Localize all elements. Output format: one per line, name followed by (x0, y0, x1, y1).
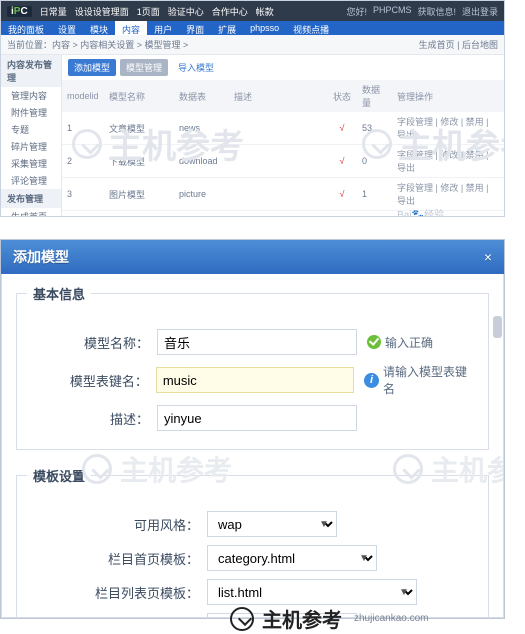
cell-id: 11 (62, 211, 104, 218)
th-desc: 描述 (229, 80, 327, 112)
cell-ops[interactable]: 字段管理 | 修改 | 禁用 | 导出 (392, 145, 504, 178)
side-item[interactable]: 采集管理 (1, 155, 61, 172)
top-left-3[interactable]: 验证中心 (168, 5, 204, 18)
style-select[interactable]: wap (207, 511, 337, 537)
cell-status: √ (327, 178, 357, 211)
fieldset-basic: 基本信息 (27, 284, 91, 303)
cell-table: picture (174, 178, 229, 211)
cell-ops[interactable]: 字段管理 | 修改 | 禁用 | 导出 (392, 112, 504, 145)
top-right-2[interactable]: 获取信息! (417, 5, 456, 18)
cell-desc (229, 145, 327, 178)
list-select[interactable]: list.html (207, 579, 417, 605)
cell-count: 4 (357, 211, 392, 218)
label-category: 栏目首页模板： (27, 549, 207, 568)
cell-table: video (174, 211, 229, 218)
model-table: modelid 模型名称 数据表 描述 状态 数据量 管理操作 1文章模型new… (62, 80, 504, 217)
model-desc-input[interactable] (157, 405, 357, 431)
table-row: 2下载模型download √0字段管理 | 修改 | 禁用 | 导出 (62, 145, 504, 178)
cell-id: 1 (62, 112, 104, 145)
cell-id: 2 (62, 145, 104, 178)
nav-item-0[interactable]: 我的面板 (1, 21, 51, 35)
th-id: modelid (62, 80, 104, 112)
side-item[interactable]: 专题 (1, 121, 61, 138)
import-model-link[interactable]: 导入模型 (172, 59, 220, 76)
baidu-watermark: Bai🐾经验 (397, 206, 444, 217)
th-name: 模型名称 (104, 80, 174, 112)
scrollbar[interactable] (493, 316, 502, 338)
breadcrumb: 当前位置：内容 > 内容相关设置 > 模型管理 > 生成首页 | 后台地图 (1, 35, 504, 55)
crumb-path: 当前位置：内容 > 内容相关设置 > 模型管理 > (7, 38, 188, 51)
top-left-4[interactable]: 合作中心 (212, 5, 248, 18)
side-sec1: 内容发布管理 (1, 55, 61, 87)
crumb-right[interactable]: 生成首页 | 后台地图 (419, 38, 498, 51)
th-stat: 状态 (327, 80, 357, 112)
label-desc: 描述： (27, 409, 157, 428)
modal-header: 添加模型 × (1, 240, 504, 274)
cell-name[interactable]: 文章模型 (104, 112, 174, 145)
main-nav: 我的面板 设置 模块 内容 用户 界面 扩展 phpsso 视频点播 (1, 21, 504, 35)
label-table: 模型表键名： (27, 371, 156, 390)
cell-id: 3 (62, 178, 104, 211)
nav-item-3[interactable]: 内容 (115, 21, 147, 35)
nav-item-5[interactable]: 界面 (179, 21, 211, 35)
cell-table: download (174, 145, 229, 178)
nav-item-4[interactable]: 用户 (147, 21, 179, 35)
info-icon: i (364, 373, 379, 388)
top-left-2[interactable]: 1页面 (137, 5, 160, 18)
model-table-input[interactable] (156, 367, 354, 393)
cell-name[interactable]: 视频模型 (104, 211, 174, 218)
cell-table: news (174, 112, 229, 145)
sidebar: 内容发布管理 管理内容 附件管理 专题 碎片管理 采集管理 评论管理 发布管理 … (1, 55, 62, 217)
label-list: 栏目列表页模板： (27, 583, 207, 602)
side-item[interactable]: 评论管理 (1, 172, 61, 189)
top-left-5[interactable]: 帐款 (256, 5, 274, 18)
nav-item-2[interactable]: 模块 (83, 21, 115, 35)
cell-desc (229, 178, 327, 211)
cell-status: √ (327, 145, 357, 178)
cell-status: √ (327, 211, 357, 218)
cell-desc (229, 211, 327, 218)
modal-title: 添加模型 (13, 247, 69, 267)
add-model-button[interactable]: 添加模型 (68, 59, 116, 76)
close-icon[interactable]: × (484, 249, 492, 265)
logo: iPC (7, 6, 32, 17)
cell-count: 53 (357, 112, 392, 145)
side-item[interactable]: 管理内容 (1, 87, 61, 104)
fieldset-template: 模板设置 (27, 466, 91, 485)
top-right-1: PHPCMS (373, 5, 412, 18)
th-ops: 管理操作 (392, 80, 504, 112)
side-item[interactable]: 生成首页 (1, 208, 61, 217)
cell-name[interactable]: 下载模型 (104, 145, 174, 178)
th-cnt: 数据量 (357, 80, 392, 112)
cell-status: √ (327, 112, 357, 145)
side-sec2: 发布管理 (1, 189, 61, 208)
cell-count: 1 (357, 178, 392, 211)
nav-item-6[interactable]: 扩展 (211, 21, 243, 35)
label-name: 模型名称： (27, 333, 157, 352)
top-right-3[interactable]: 退出登录 (462, 5, 498, 18)
label-style: 可用风格： (27, 515, 207, 534)
top-left-0: 日常量 (40, 5, 67, 18)
side-item[interactable]: 附件管理 (1, 104, 61, 121)
model-list-button[interactable]: 模型管理 (120, 59, 168, 76)
th-tbl: 数据表 (174, 80, 229, 112)
side-item[interactable]: 碎片管理 (1, 138, 61, 155)
hint-info: 请输入模型表键名 (383, 363, 478, 397)
nav-item-8[interactable]: 视频点播 (286, 21, 336, 35)
model-name-input[interactable] (157, 329, 357, 355)
nav-item-1[interactable]: 设置 (51, 21, 83, 35)
top-right-0: 您好! (346, 5, 367, 18)
cell-desc (229, 112, 327, 145)
hint-ok: 输入正确 (385, 334, 433, 351)
table-row: 1文章模型news √53字段管理 | 修改 | 禁用 | 导出 (62, 112, 504, 145)
nav-item-7[interactable]: phpsso (243, 21, 286, 35)
top-left-1[interactable]: 设设设管理面 (75, 5, 129, 18)
cell-count: 0 (357, 145, 392, 178)
category-select[interactable]: category.html (207, 545, 377, 571)
cell-name[interactable]: 图片模型 (104, 178, 174, 211)
check-icon (367, 335, 381, 349)
